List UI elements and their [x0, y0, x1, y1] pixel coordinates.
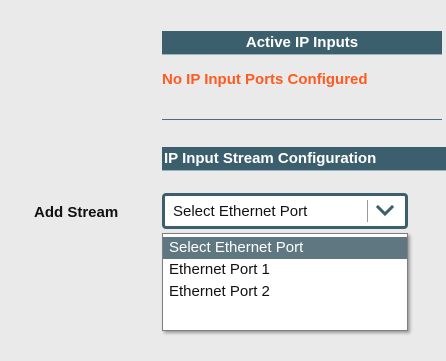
section-divider	[162, 119, 442, 120]
ethernet-port-select[interactable]: Select Ethernet Port	[162, 193, 408, 229]
option-ethernet-port-1[interactable]: Ethernet Port 1	[163, 259, 407, 281]
chevron-down-icon[interactable]	[375, 202, 395, 220]
active-ip-inputs-header: Active IP Inputs	[162, 31, 442, 55]
select-value: Select Ethernet Port	[173, 203, 308, 220]
ethernet-port-options: Select Ethernet Port Ethernet Port 1 Eth…	[162, 233, 408, 331]
option-select-ethernet-port[interactable]: Select Ethernet Port	[163, 237, 407, 259]
no-ports-message: No IP Input Ports Configured	[162, 71, 368, 88]
stream-config-header: IP Input Stream Configuration	[162, 147, 446, 171]
add-stream-label: Add Stream	[34, 204, 119, 221]
option-ethernet-port-2[interactable]: Ethernet Port 2	[163, 281, 407, 303]
select-separator	[367, 200, 368, 222]
